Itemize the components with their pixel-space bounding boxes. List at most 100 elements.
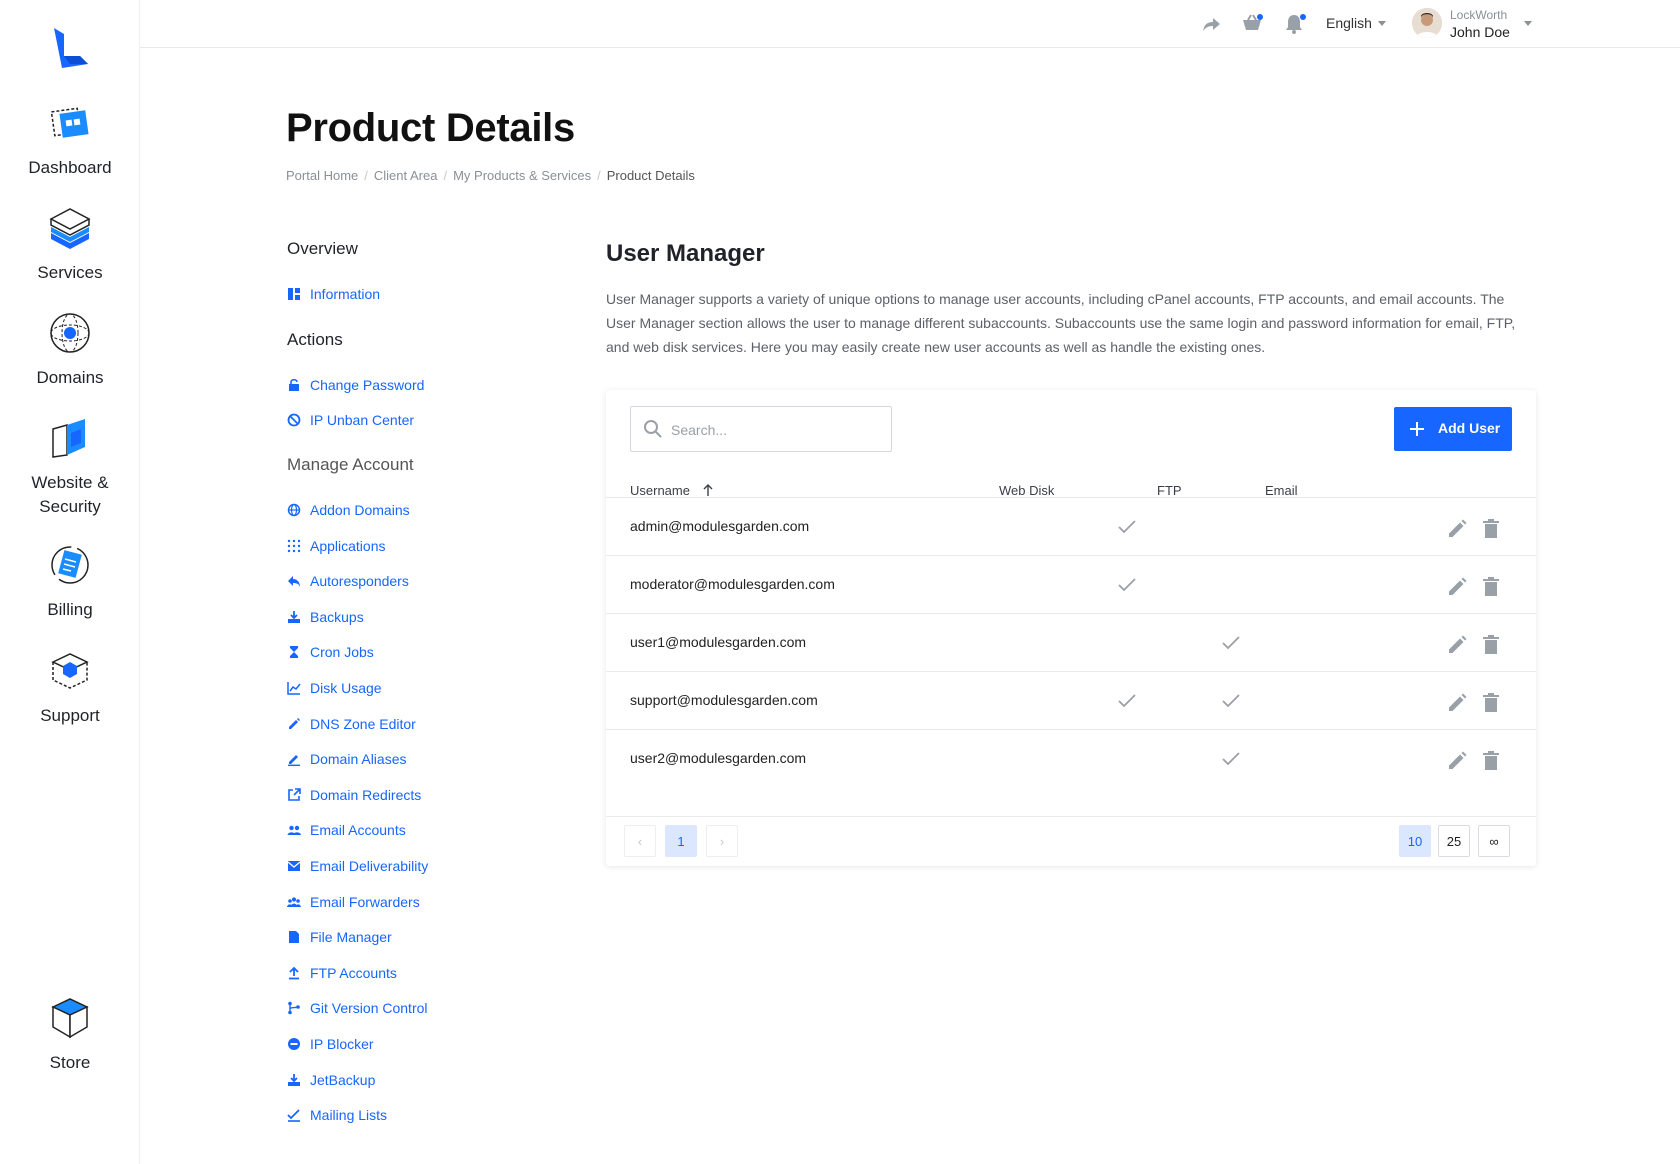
edit-pencil-icon[interactable] xyxy=(1446,692,1468,714)
breadcrumb-separator: / xyxy=(597,168,601,183)
notification-badge xyxy=(1300,14,1306,20)
table-footer: ‹ 1 › 10 25 ∞ xyxy=(606,816,1536,866)
store-icon xyxy=(51,998,89,1039)
pagination-next-button[interactable]: › xyxy=(706,825,738,857)
lock-icon xyxy=(289,378,299,391)
menu-link-label: Autoresponders xyxy=(310,573,409,590)
user-chevron-down-icon[interactable] xyxy=(1524,21,1532,26)
column-header-email: Email xyxy=(1265,483,1298,498)
delete-trash-icon[interactable] xyxy=(1480,634,1502,656)
table-row: admin@modulesgarden.com xyxy=(606,497,1536,557)
hourglass-icon xyxy=(290,646,298,659)
menu-link-label: Email Accounts xyxy=(310,822,406,839)
email-check-icon xyxy=(1222,752,1240,766)
breadcrumb-my-products[interactable]: My Products & Services xyxy=(453,168,591,183)
rail-label-store: Store xyxy=(49,1053,91,1072)
menu-link-label: Mailing Lists xyxy=(310,1107,388,1124)
section-title: User Manager xyxy=(606,240,765,267)
services-icon xyxy=(49,208,91,249)
pagination-prev-button[interactable]: ‹ xyxy=(624,825,656,857)
edit-pencil-icon[interactable] xyxy=(1446,634,1468,656)
search-icon xyxy=(644,420,662,438)
menu-link-label: IP Unban Center xyxy=(310,412,415,428)
menu-link-label: Applications xyxy=(310,537,386,554)
top-bar: English LockWorth John Doe xyxy=(140,0,1680,48)
breadcrumb: Portal Home / Client Area / My Products & Se… xyxy=(286,168,695,183)
table-row: user2@modulesgarden.com xyxy=(606,729,1536,789)
external-link-icon xyxy=(288,787,301,801)
upload-icon xyxy=(289,966,299,980)
email-check-icon xyxy=(1222,694,1240,708)
edit-pencil-icon[interactable] xyxy=(1446,518,1468,540)
delete-trash-icon[interactable] xyxy=(1480,692,1502,714)
table-row: moderator@modulesgarden.com xyxy=(606,555,1536,615)
rail-label-dashboard: Dashboard xyxy=(28,158,112,177)
username-cell: user2@modulesgarden.com xyxy=(630,750,807,766)
git-icon xyxy=(288,1002,300,1015)
ftp-check-icon xyxy=(1118,694,1136,708)
page-size-all[interactable]: ∞ xyxy=(1478,825,1510,857)
page-size-25[interactable]: 25 xyxy=(1438,825,1470,857)
column-header-label: Username xyxy=(630,483,690,498)
breadcrumb-current: Product Details xyxy=(606,168,695,183)
rail-item-dashboard[interactable]: Dashboard xyxy=(0,100,140,180)
menu-link-label: Domain Redirects xyxy=(310,786,422,803)
rail-label-domains: Domains xyxy=(36,368,104,387)
menu-link-label: Change Password xyxy=(310,377,425,393)
user-table-card: Add User Username Web Disk FTP Email adm… xyxy=(606,390,1536,866)
plus-icon xyxy=(1410,422,1424,436)
pencil-icon xyxy=(289,717,300,729)
pagination-page-1[interactable]: 1 xyxy=(665,825,697,857)
edit-pencil-icon[interactable] xyxy=(1446,576,1468,598)
add-user-button-label: Add User xyxy=(1438,420,1501,436)
table-row: support@modulesgarden.com xyxy=(606,671,1536,731)
rail-item-support[interactable]: Support xyxy=(0,648,140,728)
share-icon[interactable] xyxy=(1200,12,1224,36)
company-name: LockWorth xyxy=(1450,8,1508,22)
rail-item-website-security[interactable]: Website & Security xyxy=(0,415,140,519)
rail-item-store[interactable]: Store xyxy=(0,995,140,1075)
add-user-button[interactable]: Add User xyxy=(1394,407,1512,451)
user-name[interactable]: John Doe xyxy=(1450,24,1510,40)
breadcrumb-portal-home[interactable]: Portal Home xyxy=(286,168,358,183)
sort-arrow-up-icon[interactable] xyxy=(702,483,714,497)
dashboard-icon xyxy=(50,107,89,138)
rail-item-services[interactable]: Services xyxy=(0,205,140,285)
backup-icon xyxy=(288,610,300,623)
page-size-10[interactable]: 10 xyxy=(1399,825,1431,857)
search-box[interactable] xyxy=(630,406,892,452)
breadcrumb-client-area[interactable]: Client Area xyxy=(374,168,438,183)
ftp-check-icon xyxy=(1118,578,1136,592)
delete-trash-icon[interactable] xyxy=(1480,750,1502,772)
rail-item-billing[interactable]: Billing xyxy=(0,542,140,622)
column-header-web-disk: Web Disk xyxy=(999,483,1055,498)
menu-link-label: Email Deliverability xyxy=(310,858,429,874)
left-rail: Dashboard Services Domains Website & Sec… xyxy=(0,0,140,1164)
menu-heading-manage-account: Manage Account xyxy=(287,455,414,474)
language-chevron-down-icon[interactable] xyxy=(1378,21,1386,26)
section-description: User Manager supports a variety of uniqu… xyxy=(606,291,1516,355)
column-header-username[interactable]: Username xyxy=(630,483,714,498)
rail-label-billing: Billing xyxy=(47,600,93,619)
language-selector[interactable]: English xyxy=(1326,15,1372,31)
menu-link-label: JetBackup xyxy=(310,1071,376,1088)
ftp-check-icon xyxy=(1118,520,1136,534)
brand-logo-icon[interactable] xyxy=(50,26,90,70)
cart-badge xyxy=(1257,14,1263,20)
rail-item-domains[interactable]: Domains xyxy=(0,310,140,390)
delete-trash-icon[interactable] xyxy=(1480,518,1502,540)
menu-link-label: Email Forwarders xyxy=(310,893,420,910)
menu-link-label: Addon Domains xyxy=(310,502,410,518)
block-icon xyxy=(287,413,301,427)
group-icon xyxy=(287,896,301,907)
menu-link-label: Disk Usage xyxy=(310,680,382,696)
website-security-icon xyxy=(52,419,85,458)
mail-icon xyxy=(287,861,301,871)
username-cell: admin@modulesgarden.com xyxy=(630,518,810,534)
menu-link-label: Domain Aliases xyxy=(310,751,407,768)
avatar[interactable] xyxy=(1412,8,1442,38)
support-icon xyxy=(51,653,89,689)
delete-trash-icon[interactable] xyxy=(1480,576,1502,598)
search-input[interactable] xyxy=(671,419,881,441)
edit-pencil-icon[interactable] xyxy=(1446,750,1468,772)
